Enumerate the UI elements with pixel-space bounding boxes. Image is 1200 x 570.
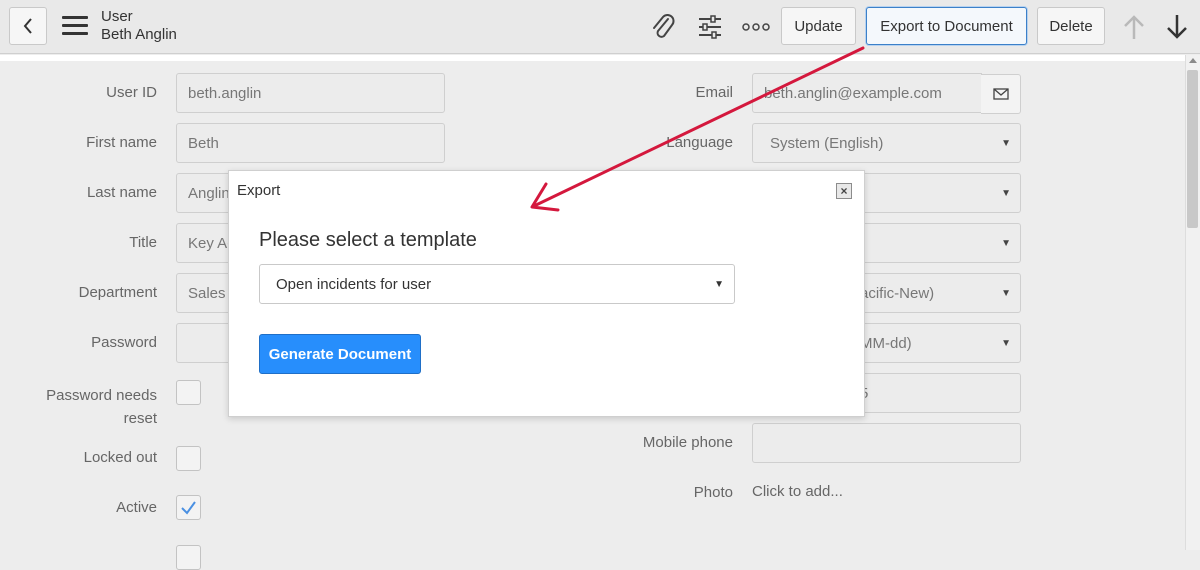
export-to-document-button[interactable]: Export to Document (866, 7, 1027, 45)
envelope-icon (992, 88, 1009, 100)
first-name-label: First name (86, 134, 157, 151)
delete-button[interactable]: Delete (1037, 7, 1105, 45)
timezone-value: acific-New) (860, 284, 935, 302)
language-value: System (English) (770, 134, 884, 152)
first-name-field[interactable]: Beth (176, 123, 445, 163)
last-name-label: Last name (86, 184, 157, 201)
back-button[interactable] (9, 7, 47, 45)
export-dialog: Export × Please select a template Open i… (228, 170, 865, 417)
mobile-phone-label: Mobile phone (642, 434, 733, 451)
user-id-label: User ID (106, 84, 157, 101)
date-format-value: MM-dd) (860, 334, 912, 352)
record-type: User (101, 8, 133, 25)
locked-out-label: Locked out (83, 449, 157, 466)
arrow-up-icon[interactable] (1122, 13, 1146, 41)
scroll-up-arrow[interactable] (1189, 58, 1197, 63)
dialog-title: Export (237, 182, 281, 199)
chevron-down-icon: ▼ (1001, 188, 1011, 199)
locked-out-checkbox[interactable] (176, 446, 201, 471)
photo-upload-link[interactable]: Click to add... (752, 483, 843, 500)
more-icon[interactable] (742, 22, 770, 32)
arrow-down-icon[interactable] (1165, 13, 1189, 41)
chevron-down-icon: ▼ (1001, 138, 1011, 149)
user-id-field[interactable]: beth.anglin (176, 73, 445, 113)
settings-icon[interactable] (697, 14, 723, 40)
language-label: Language (666, 134, 733, 151)
mobile-phone-field[interactable] (752, 423, 1021, 463)
password-needs-reset-label-line1: Password needs (46, 387, 157, 404)
template-select-value: Open incidents for user (276, 275, 432, 293)
title-label: Title (129, 234, 157, 251)
update-button[interactable]: Update (781, 7, 856, 45)
attachment-icon[interactable] (650, 13, 676, 41)
checkmark-icon (181, 501, 196, 515)
password-needs-reset-label-line2: reset (123, 410, 157, 427)
active-checkbox[interactable] (176, 495, 201, 520)
password-label: Password (91, 334, 157, 351)
dialog-heading: Please select a template (259, 229, 477, 251)
password-needs-reset-label: Password needs reset (20, 384, 157, 430)
chevron-down-icon: ▼ (714, 279, 724, 290)
menu-icon[interactable] (62, 16, 88, 38)
chevron-down-icon: ▼ (1001, 338, 1011, 349)
record-header: User Beth Anglin Update Export to Docume… (0, 0, 1200, 54)
scroll-thumb[interactable] (1187, 70, 1198, 228)
extra-checkbox[interactable] (176, 545, 201, 570)
active-label: Active (116, 499, 157, 516)
generate-document-button[interactable]: Generate Document (259, 334, 421, 374)
header-divider (0, 55, 1185, 61)
record-name: Beth Anglin (101, 26, 177, 43)
department-label: Department (78, 284, 157, 301)
email-label: Email (695, 84, 733, 101)
photo-label: Photo (693, 484, 733, 501)
send-email-button[interactable] (981, 74, 1021, 114)
template-select[interactable]: Open incidents for user ▼ (259, 264, 735, 304)
email-field[interactable]: beth.anglin@example.com (752, 73, 982, 113)
chevron-down-icon: ▼ (1001, 288, 1011, 299)
close-icon[interactable]: × (836, 183, 852, 199)
back-icon (23, 18, 32, 34)
chevron-down-icon: ▼ (1001, 238, 1011, 249)
language-select[interactable]: System (English) ▼ (752, 123, 1021, 163)
password-needs-reset-checkbox[interactable] (176, 380, 201, 405)
